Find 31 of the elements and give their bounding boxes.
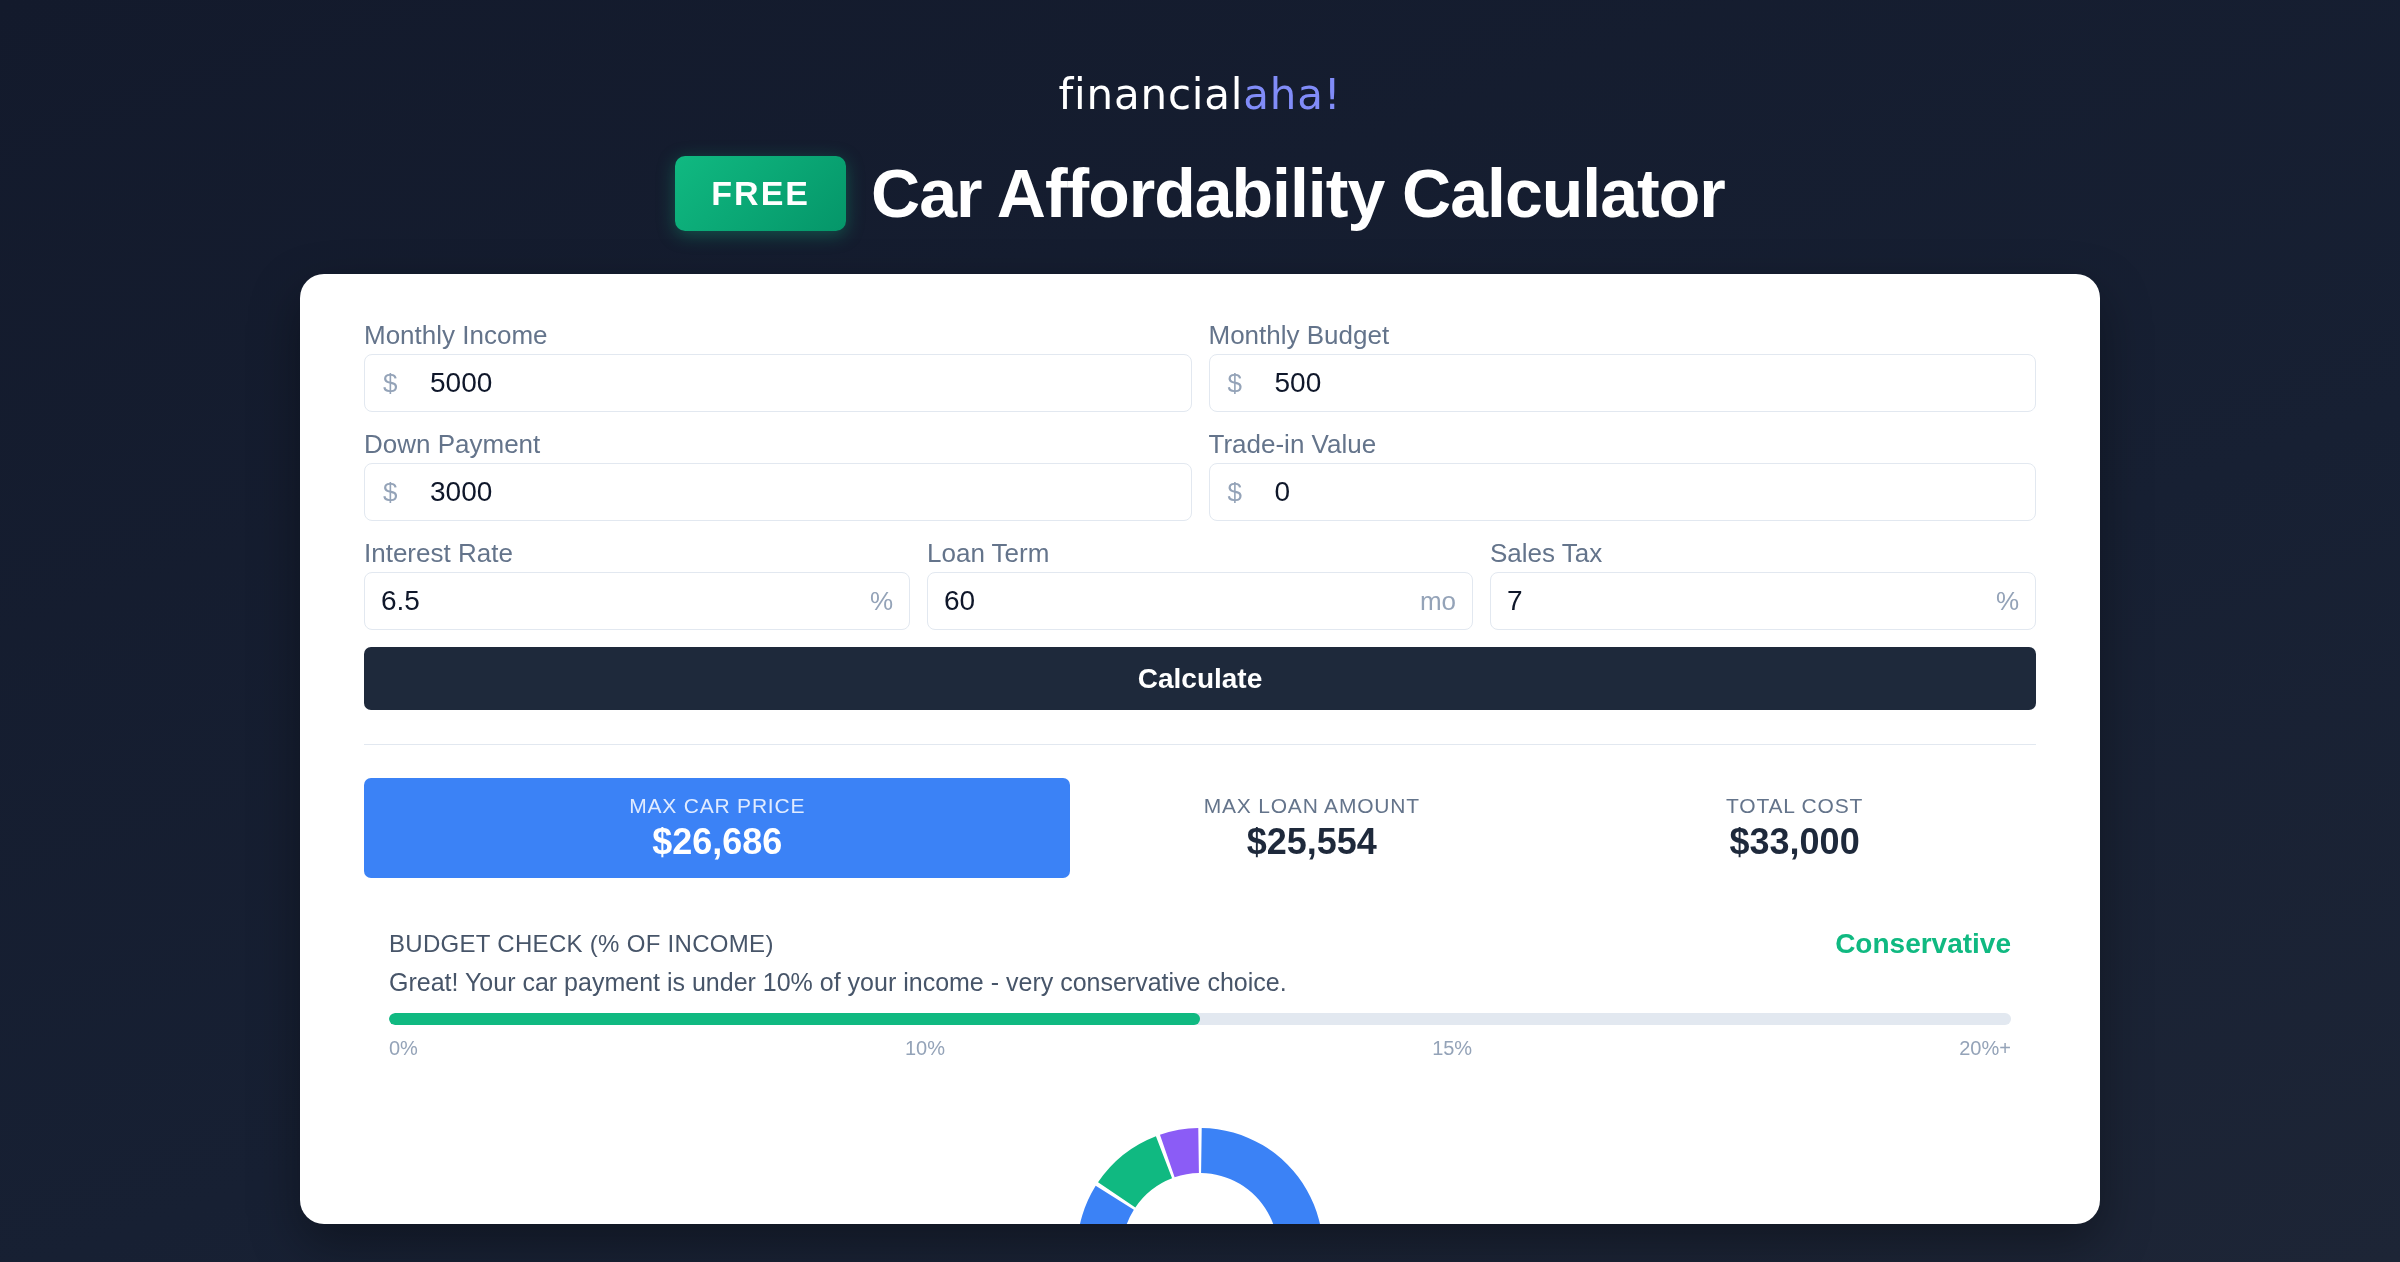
logo: financialaha! (1058, 69, 1342, 121)
unit-label: $ (1227, 477, 1242, 507)
field-label: Trade-in Value (1208, 429, 1377, 459)
field-label: Monthly Budget (1208, 320, 1390, 350)
field-label: Monthly Income (364, 320, 548, 350)
field-label: Interest Rate (364, 538, 513, 568)
scale-label: 20%+ (1959, 1036, 2011, 1060)
field-label: Loan Term (927, 538, 1050, 568)
section-title: BUDGET CHECK (% OF INCOME) (389, 930, 774, 958)
unit-label: % (869, 586, 893, 616)
status-label: Conservative (1835, 930, 2011, 958)
field-label: Down Payment (364, 429, 541, 459)
page-title: Car Affordability Calculator (871, 156, 1725, 231)
calculate-button[interactable]: Calculate (364, 647, 2036, 710)
unit-label: $ (383, 368, 398, 398)
stat-label: MAX CAR PRICE (629, 794, 806, 818)
stat-label: TOTAL COST (1726, 794, 1864, 818)
stat-value: $33,000 (1729, 822, 1860, 862)
scale-label: 10% (905, 1036, 946, 1060)
unit-label: % (1995, 586, 2019, 616)
scale-label: 0% (389, 1036, 418, 1060)
budget-message: Great! Your car payment is under 10% of your income - very conservative choice. (389, 968, 1288, 996)
unit-label: mo (1419, 586, 1456, 616)
field-label: Sales Tax (1490, 538, 1603, 568)
free-badge: FREE (675, 156, 847, 231)
scale-label: 15% (1432, 1036, 1473, 1060)
unit-label: $ (1227, 368, 1242, 398)
unit-label: $ (383, 477, 398, 507)
stat-label: MAX LOAN AMOUNT (1203, 794, 1420, 818)
stat-value: $26,686 (652, 822, 783, 862)
stat-value: $25,554 (1246, 822, 1377, 862)
